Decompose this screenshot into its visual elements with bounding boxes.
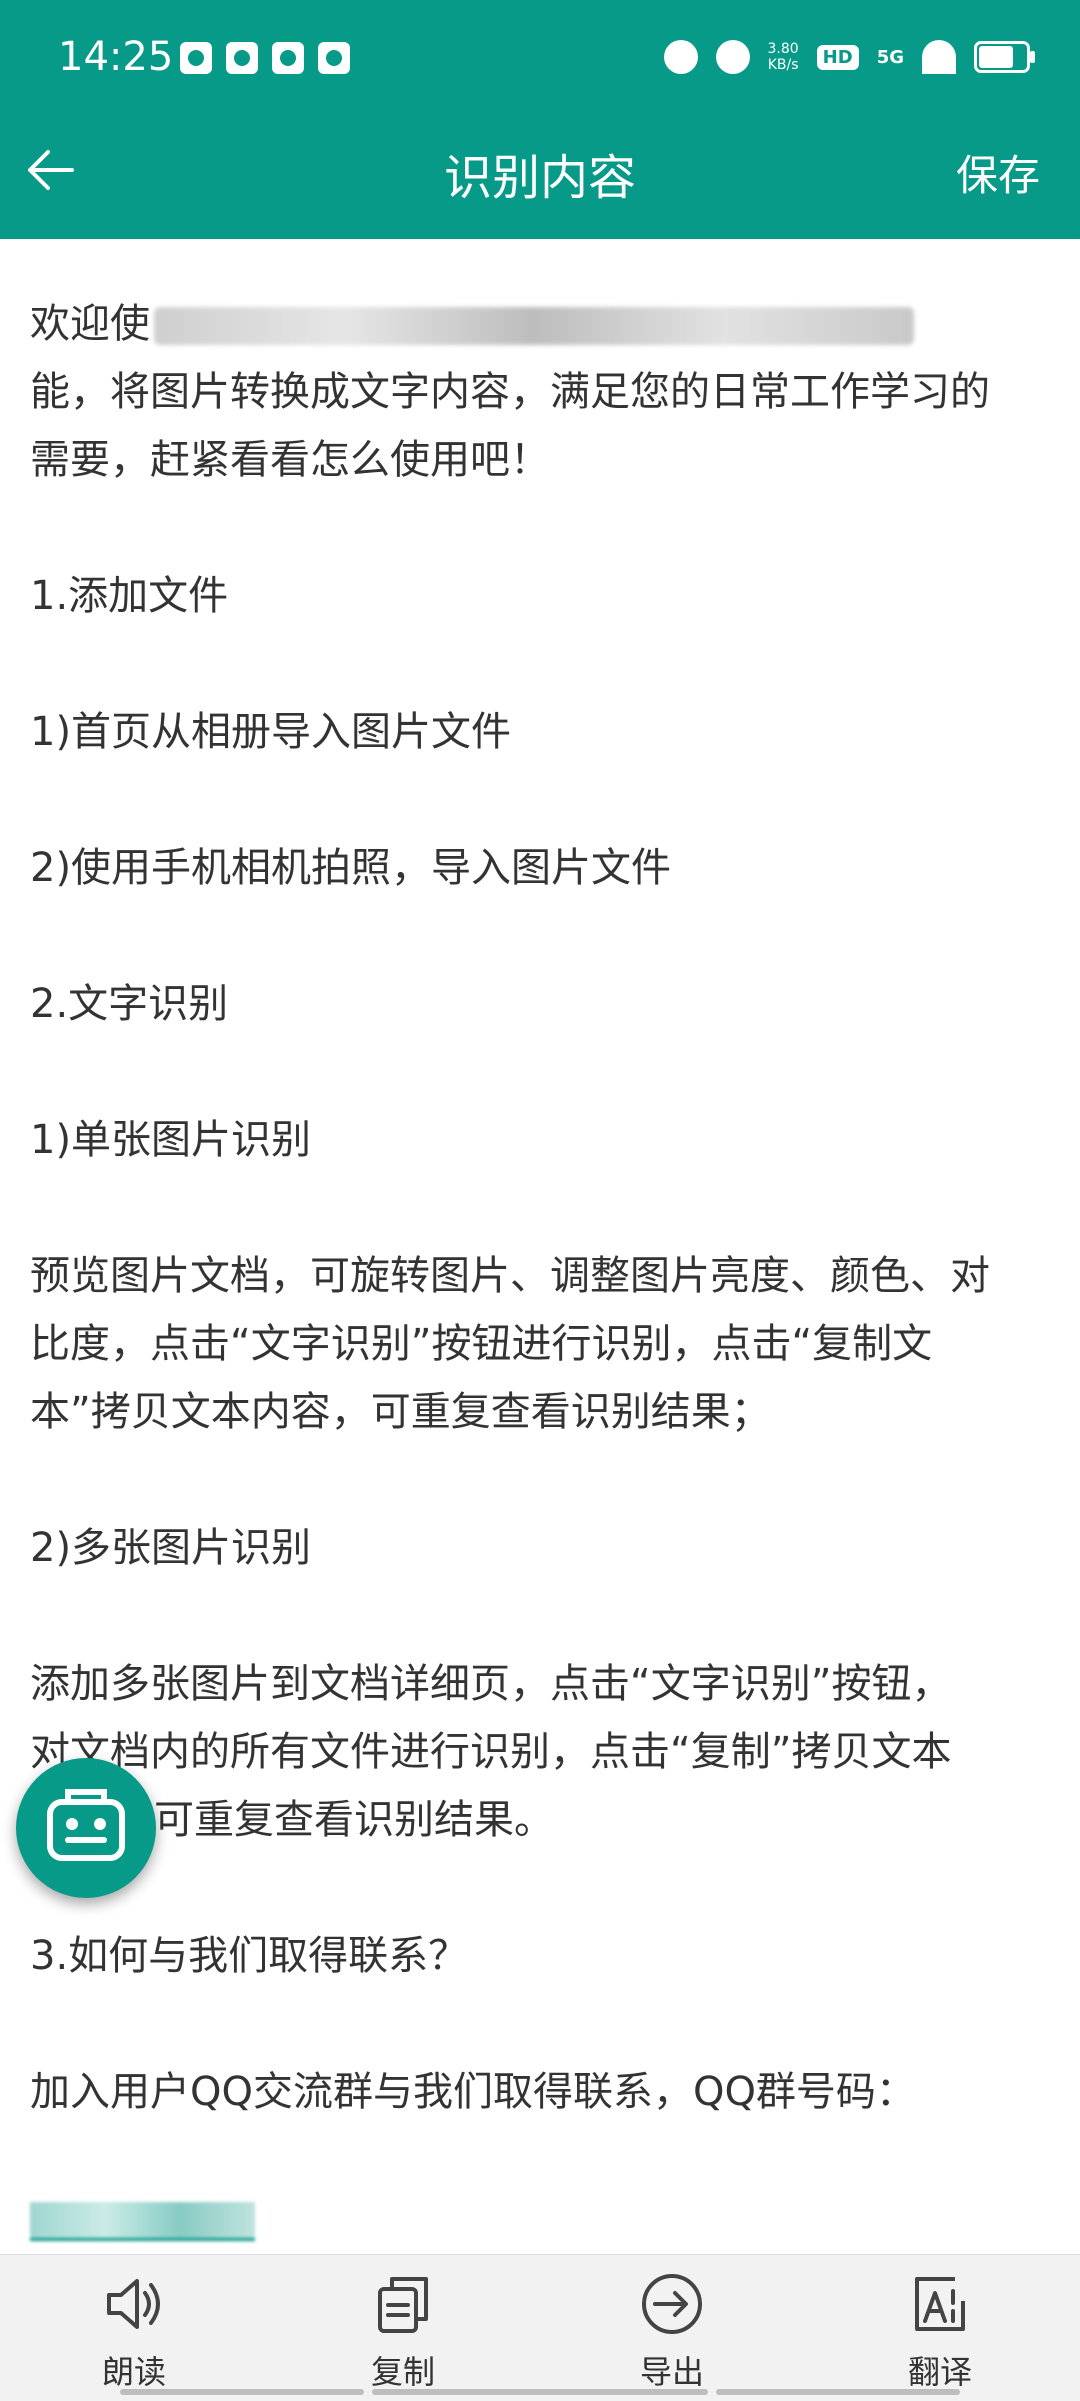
qq-group-number-link[interactable] <box>30 2194 1060 2262</box>
paragraph-line: 对文档内的所有文件进行识别，点击“复制”拷贝文本 <box>30 1729 952 1775</box>
paragraph-line: 比度，点击“文字识别”按钮进行识别，点击“复制文 <box>30 1321 933 1367</box>
read-aloud-label: 朗读 <box>101 2353 166 2391</box>
system-icons: 3.80 KB/s HD 5G <box>663 40 1035 74</box>
redacted-number <box>30 2202 255 2241</box>
recognized-text-content[interactable]: 欢迎使 能，将图片转换成文字内容，满足您的日常工作学习的 需要，赶紧看看怎么使用… <box>30 290 1060 2262</box>
paragraph-line: 本”拷贝文本内容，可重复查看识别结果； <box>30 1389 771 1435</box>
list-item: 1)首页从相册导入图片文件 <box>30 709 512 755</box>
app-notification-icon <box>318 42 350 74</box>
paragraph-line: 添加多张图片到文档详细页，点击“文字识别”按钮， <box>30 1661 952 1707</box>
assistant-floating-button[interactable] <box>16 1758 156 1898</box>
paragraph-line: 加入用户QQ交流群与我们取得联系，QQ群号码： <box>30 2069 916 2115</box>
read-aloud-button[interactable]: 朗读 <box>34 2255 234 2401</box>
status-bar: 14:25 3.80 KB/s HD 5G <box>0 0 1080 120</box>
intro-line-3: 需要，赶紧看看怎么使用吧！ <box>30 437 550 483</box>
hd-icon: HD <box>816 44 859 70</box>
list-item: 2)多张图片识别 <box>30 1525 312 1571</box>
page-title: 识别内容 <box>443 150 636 206</box>
list-item: 1)单张图片识别 <box>30 1117 312 1163</box>
battery-icon <box>974 41 1035 73</box>
translate-button[interactable]: 翻译 <box>840 2255 1040 2401</box>
section-heading: 1.添加文件 <box>30 573 229 619</box>
wechat-icon <box>226 42 258 74</box>
copy-icon <box>378 2277 428 2333</box>
wifi-icon <box>922 40 956 74</box>
redacted-text <box>154 307 914 345</box>
status-time: 14:25 <box>58 34 174 80</box>
app-notification-icon <box>180 42 212 74</box>
paragraph-line: 预览图片文档，可旋转图片、调整图片亮度、颜色、对 <box>30 1253 990 1299</box>
export-button[interactable]: 导出 <box>572 2255 772 2401</box>
signal-icon: 5G <box>876 46 904 68</box>
list-item: 2)使用手机相机拍照，导入图片文件 <box>30 845 672 891</box>
translate-icon <box>915 2277 965 2331</box>
save-button[interactable]: 保存 <box>956 142 1040 203</box>
copy-button[interactable]: 复制 <box>303 2255 503 2401</box>
bottom-toolbar: 朗读 复制 导出 翻译 <box>0 2254 1080 2401</box>
section-heading: 3.如何与我们取得联系？ <box>30 1933 469 1979</box>
copy-label: 复制 <box>370 2353 435 2391</box>
intro-line-2: 能，将图片转换成文字内容，满足您的日常工作学习的 <box>30 369 990 415</box>
section-heading: 2.文字识别 <box>30 981 229 1027</box>
intro-line-1: 欢迎使 <box>30 290 1060 358</box>
robot-icon <box>47 1789 125 1861</box>
nav-indicator <box>716 2389 960 2395</box>
speaker-icon <box>107 2279 160 2329</box>
net-speed: 3.80 KB/s <box>767 41 799 73</box>
paragraph-line: 可重复查看识别结果。 <box>154 1797 554 1843</box>
notification-icons <box>180 42 350 74</box>
app-header: 14:25 3.80 KB/s HD 5G 识别内容 保存 <box>0 0 1080 239</box>
nav-indicator <box>372 2389 708 2395</box>
alarm-icon <box>663 40 698 74</box>
calendar-icon <box>272 42 304 74</box>
export-label: 导出 <box>639 2353 704 2391</box>
mute-icon <box>715 40 750 74</box>
translate-label: 翻译 <box>907 2353 972 2391</box>
nav-indicator <box>120 2389 364 2395</box>
export-icon <box>642 2274 702 2334</box>
